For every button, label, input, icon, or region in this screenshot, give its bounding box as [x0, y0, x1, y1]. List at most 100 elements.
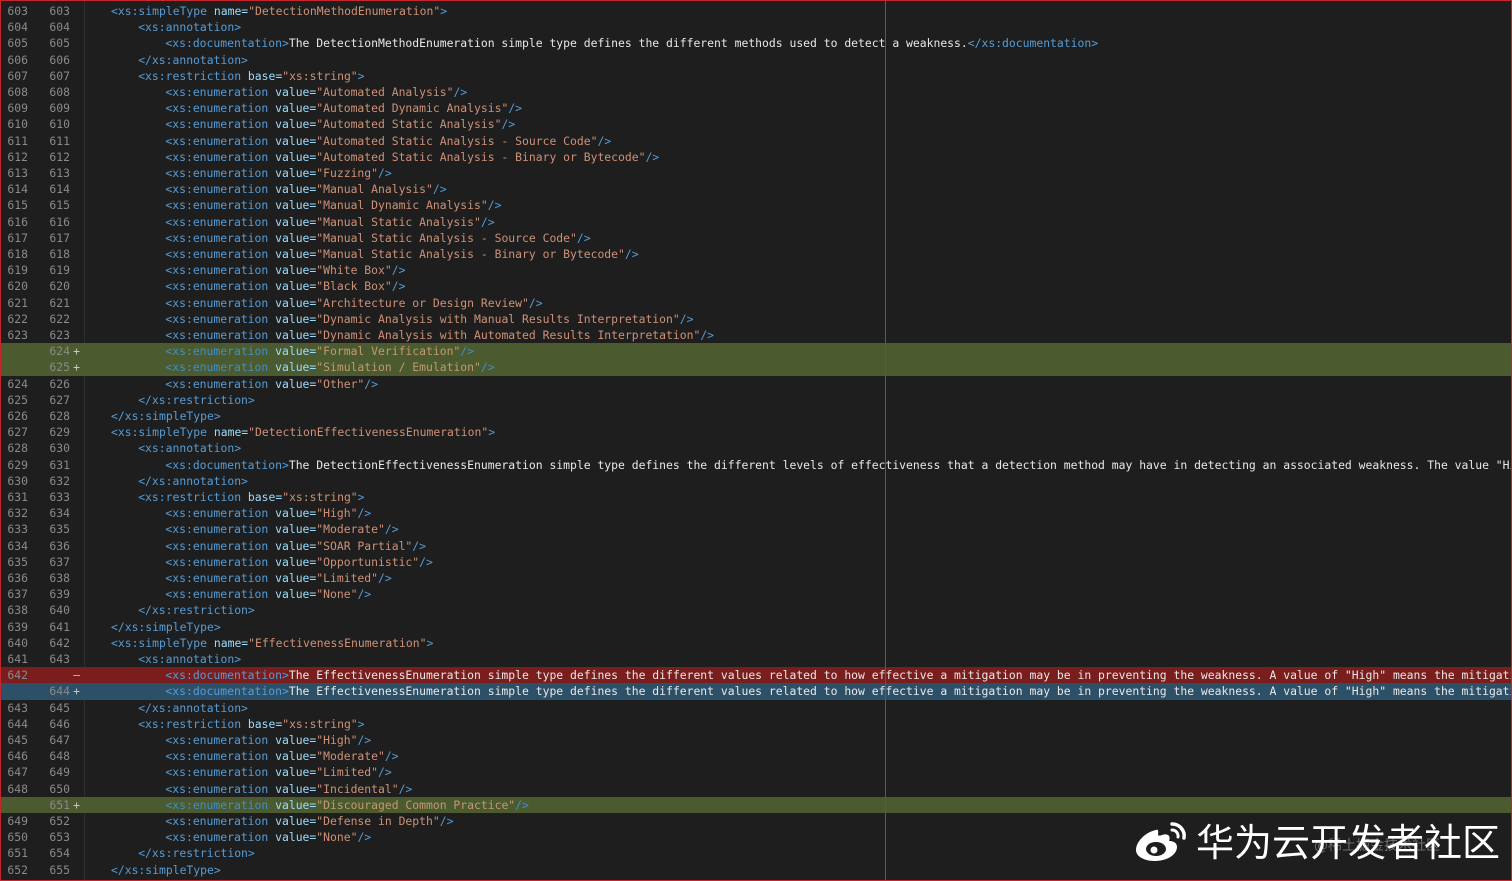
token-tag: <xs:enumeration: [165, 133, 276, 148]
new-line-number: 629: [49, 425, 70, 440]
token-tag: <xs:enumeration: [165, 295, 276, 310]
code-text: <xs:enumeration value="Limited"/>: [165, 570, 391, 586]
old-line-number: 640: [7, 635, 28, 650]
old-line-number: 603: [7, 4, 28, 18]
new-line-number: 621: [49, 295, 70, 310]
code-text: </xs:restriction>: [138, 845, 255, 861]
code-line: 614 614 <xs:enumeration value="Manual Anal…: [1, 181, 1511, 197]
code-text: <xs:enumeration value="Automated Static …: [165, 149, 659, 165]
token-tag: <xs:enumeration: [165, 522, 276, 537]
code-line: 629 631 <xs:documentation>The DetectionEff…: [1, 457, 1511, 473]
token-tag: <xs:enumeration: [165, 344, 276, 359]
token-tag: <xs:enumeration: [165, 166, 276, 180]
token-tag: />: [378, 166, 392, 180]
old-line-number: [1, 683, 28, 699]
watermark-text: 华为云开发者社区: [1195, 821, 1500, 865]
token-tag: />: [432, 182, 447, 197]
token-str: "Automated Dynamic Analysis": [316, 101, 509, 116]
code-line: 612 612 <xs:enumeration value="Automated S…: [1, 149, 1511, 165]
token-tag: />: [679, 311, 694, 326]
code-line: 628 630 <xs:annotation>: [1, 440, 1511, 456]
code-line: 603 603 <xs:simpleType name="DetectionMeth…: [1, 3, 1511, 19]
token-attr: value=: [275, 554, 317, 569]
token-str: "Moderate": [316, 522, 385, 537]
code-text: <xs:enumeration value="Simulation / Emul…: [165, 359, 494, 375]
token-tag: />: [597, 133, 612, 148]
token-tag: </xs:restriction>: [138, 392, 255, 407]
code-text: <xs:documentation>The DetectionEffective…: [165, 457, 1511, 473]
new-line-number: 627: [49, 392, 70, 407]
token-attr: value=: [275, 538, 317, 553]
token-attr: value=: [275, 506, 317, 521]
code-line: 632 634 <xs:enumeration value="High"/>: [1, 505, 1511, 521]
new-line-number: 630: [49, 441, 70, 456]
token-tag: />: [480, 360, 495, 375]
new-line-number: 653: [49, 830, 70, 845]
code-text: <xs:enumeration value="Dynamic Analysis …: [165, 311, 693, 327]
token-tag: />: [501, 117, 516, 132]
token-attr: value=: [275, 376, 317, 391]
token-str: "SOAR Partial": [316, 538, 413, 553]
token-tag: <xs:enumeration: [165, 538, 276, 553]
token-tag: />: [384, 749, 399, 764]
code-line: 644 646 <xs:restriction base="xs:string">: [1, 716, 1511, 732]
new-line-number: 618: [49, 247, 70, 261]
code-text: </xs:annotation>: [138, 473, 248, 489]
token-tag: <xs:simpleType: [111, 425, 214, 440]
code-text: <xs:enumeration value="None"/>: [165, 829, 371, 845]
token-tag: >: [357, 490, 365, 504]
token-tag: />: [378, 571, 392, 585]
code-line: 626 628 </xs:simpleType>: [1, 408, 1511, 424]
token-tag: </xs:restriction>: [138, 846, 255, 861]
new-line-number: 614: [49, 182, 70, 197]
token-tag: />: [357, 733, 372, 747]
token-tag: />: [515, 797, 529, 812]
token-attr: base=: [247, 716, 283, 731]
token-attr: value=: [275, 311, 317, 326]
code-line: 617 617 <xs:enumeration value="Manual Stat…: [1, 230, 1511, 246]
code-text: </xs:simpleType>: [111, 862, 221, 878]
code-line-add: 624 + <xs:enumeration value="Formal Verifi…: [1, 343, 1511, 360]
token-tag: <xs:enumeration: [165, 765, 276, 780]
added-marker: +: [73, 797, 80, 812]
token-tag: <xs:enumeration: [165, 247, 276, 261]
code-text: <xs:restriction base="xs:string">: [138, 68, 364, 84]
token-str: "Limited": [316, 765, 379, 780]
token-attr: value=: [275, 522, 317, 537]
token-attr: value=: [275, 166, 317, 180]
token-tag: <xs:documentation>: [165, 36, 289, 51]
new-line-number: 624: [49, 344, 70, 359]
old-line-number: 627: [7, 425, 28, 440]
token-tag: <xs:enumeration: [165, 182, 276, 197]
old-line-number: 626: [7, 409, 28, 423]
token-tag: <xs:enumeration: [165, 311, 276, 326]
token-str: "Dynamic Analysis with Manual Results In…: [316, 311, 680, 326]
new-line-number: 633: [49, 490, 70, 504]
token-str: "Architecture or Design Review": [316, 295, 529, 310]
watermark: 华为云开发者社区: [1132, 812, 1500, 867]
token-tag: />: [645, 149, 660, 164]
new-line-number: 636: [49, 538, 70, 553]
new-line-number: 628: [49, 409, 70, 423]
new-line-number: 607: [49, 68, 70, 83]
code-text: <xs:simpleType name="EffectivenessEnumer…: [111, 635, 433, 651]
new-line-number: 641: [49, 619, 70, 634]
token-txt: The EffectivenessEnumeration simple type…: [288, 684, 1512, 699]
token-tag: />: [398, 781, 413, 796]
new-line-number: 635: [49, 522, 70, 537]
code-text: <xs:enumeration value="Moderate"/>: [165, 748, 398, 764]
token-tag: />: [480, 214, 495, 229]
token-str: "Dynamic Analysis with Automated Results…: [316, 328, 701, 342]
old-line-number: 630: [7, 473, 28, 488]
code-text: <xs:enumeration value="High"/>: [165, 505, 371, 521]
token-attr: value=: [275, 149, 317, 164]
old-line-number: 637: [7, 587, 28, 602]
token-tag: </xs:simpleType>: [111, 862, 221, 877]
code-line: 606 606 </xs:annotation>: [1, 52, 1511, 68]
token-str: "White Box": [316, 263, 392, 278]
new-line-number: 651: [49, 797, 70, 812]
old-line-number: 605: [7, 36, 28, 51]
new-line-number: 634: [49, 506, 70, 521]
new-line-number: 616: [49, 214, 70, 229]
token-str: "Fuzzing": [316, 166, 379, 180]
